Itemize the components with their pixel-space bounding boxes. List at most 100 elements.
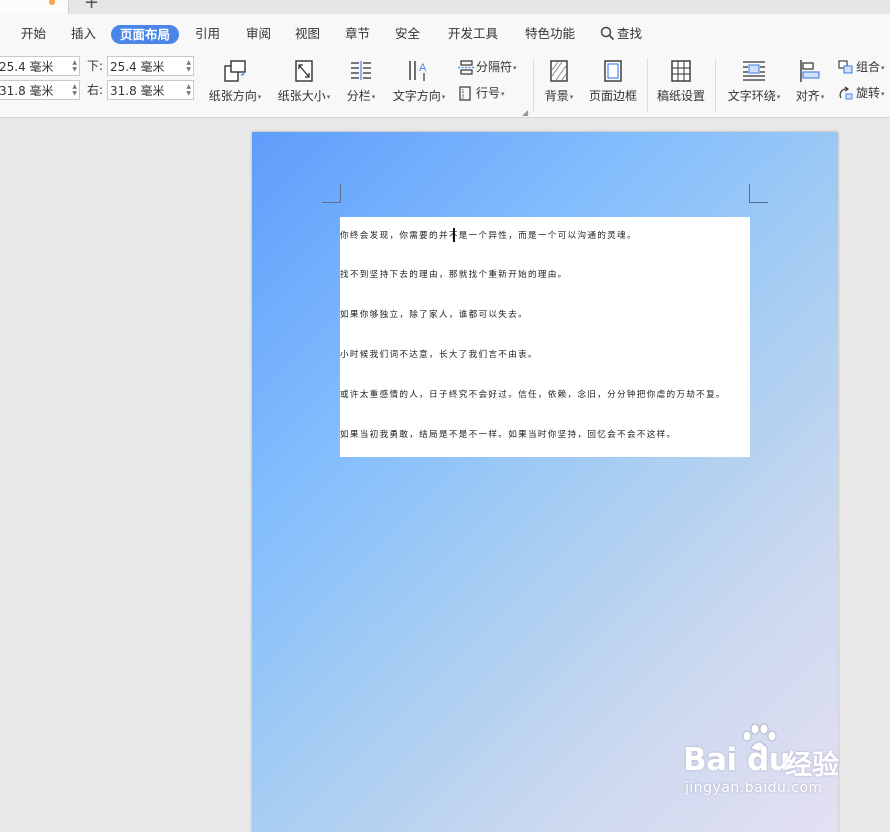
toolbar-divider xyxy=(533,58,534,112)
margin-right-value: 31.8 毫米 xyxy=(110,84,165,98)
margin-left-field[interactable]: 31.8 毫米 ▲ ▼ xyxy=(0,80,80,100)
rotate-button[interactable]: 旋转▾ xyxy=(838,85,885,102)
margin-left-value: 31.8 毫米 xyxy=(0,84,54,98)
margin-corner-marker xyxy=(749,184,768,203)
chevron-down-icon: ▾ xyxy=(501,89,505,98)
align-button[interactable]: 对齐▾ xyxy=(792,58,828,104)
new-tab-plus-icon[interactable]: + xyxy=(84,0,99,12)
page-border-icon xyxy=(604,60,622,82)
margin-bottom-value: 25.4 毫米 xyxy=(110,60,165,74)
rotate-label: 旋转 xyxy=(856,86,881,100)
line-numbers-icon: 1 2 xyxy=(459,86,471,101)
align-label: 对齐 xyxy=(795,89,820,103)
menu-tab-security[interactable]: 安全 xyxy=(395,26,420,42)
margin-right-spinner-icon[interactable]: ▲ ▼ xyxy=(186,83,191,97)
paragraph-line[interactable]: 小时候我们词不达意，长大了我们言不由衷。 xyxy=(340,349,538,361)
background-button[interactable]: 背景▾ xyxy=(540,58,578,104)
chevron-down-icon: ▾ xyxy=(820,92,825,101)
chevron-down-icon: ▾ xyxy=(513,63,517,72)
chevron-down-icon: ▾ xyxy=(776,92,781,101)
paragraph-line[interactable]: 找不到坚持下去的理由，那就找个重新开始的理由。 xyxy=(340,269,568,281)
line-numbers-label: 行号 xyxy=(476,86,501,100)
menu-tab-page-layout[interactable]: 页面布局 xyxy=(111,25,180,44)
manuscript-settings-label: 稿纸设置 xyxy=(656,89,705,103)
page-border-button[interactable]: 页面边框 xyxy=(585,58,641,103)
menu-tab-references[interactable]: 引用 xyxy=(195,26,220,42)
page-layout-toolbar: 25.4 毫米 ▲ ▼ 31.8 毫米 ▲ ▼ 下: 25.4 毫米 ▲ ▼ 右: 3… xyxy=(0,54,890,118)
menu-tab-developer-tools[interactable]: 开发工具 xyxy=(448,26,498,42)
svg-text:2: 2 xyxy=(462,95,465,101)
align-left-icon xyxy=(800,60,820,82)
breaks-label: 分隔符 xyxy=(476,60,513,74)
margin-top-value: 25.4 毫米 xyxy=(0,60,54,74)
document-tab[interactable] xyxy=(0,0,69,14)
columns-label: 分栏 xyxy=(346,89,371,103)
text-wrap-icon xyxy=(743,61,765,81)
menu-tab-review[interactable]: 审阅 xyxy=(246,26,271,42)
menu-tab-section[interactable]: 章节 xyxy=(345,26,370,42)
chevron-down-icon: ▾ xyxy=(881,89,885,98)
svg-text:A: A xyxy=(419,62,427,74)
document-tab-strip: + xyxy=(0,0,890,14)
grid-paper-icon xyxy=(671,60,691,82)
unsaved-indicator-dot xyxy=(49,0,55,5)
margin-bottom-label: 下: xyxy=(87,59,104,73)
search-icon[interactable] xyxy=(600,26,615,41)
paper-size-label: 纸张大小 xyxy=(277,89,326,103)
manuscript-settings-button[interactable]: 稿纸设置 xyxy=(653,58,709,103)
margin-bottom-spinner-icon[interactable]: ▲ ▼ xyxy=(186,59,191,73)
paragraph-line[interactable]: 如果当初我勇敢，结局是不是不一样。如果当时你坚持，回忆会不会不这样。 xyxy=(340,429,676,441)
wrap-text-label: 文字环绕 xyxy=(727,89,776,103)
paper-size-icon xyxy=(295,60,313,82)
menu-search-label[interactable]: 查找 xyxy=(617,26,642,42)
chevron-down-icon: ▾ xyxy=(441,92,446,101)
chevron-down-icon: ▾ xyxy=(371,92,376,101)
chevron-down-icon: ▾ xyxy=(326,92,331,101)
page-break-icon xyxy=(458,60,474,75)
orientation-button[interactable]: 纸张方向▾ xyxy=(205,58,265,104)
columns-icon xyxy=(351,61,371,80)
menu-tab-insert[interactable]: 插入 xyxy=(71,26,96,42)
menu-tab-home[interactable]: 开始 xyxy=(21,26,46,42)
watermark-url: jingyan.baidu.com xyxy=(685,780,823,796)
text-direction-icon: A xyxy=(409,61,427,81)
chevron-down-icon: ▾ xyxy=(881,63,885,72)
paragraph-line[interactable]: 如果你够独立，除了家人，谁都可以失去。 xyxy=(340,309,528,321)
menu-tab-view[interactable]: 视图 xyxy=(295,26,320,42)
margin-right-field[interactable]: 31.8 毫米 ▲ ▼ xyxy=(107,80,194,100)
chevron-down-icon: ▾ xyxy=(257,92,262,101)
margin-corner-marker xyxy=(322,184,341,203)
text-box[interactable]: 你终会发现，你需要的并不是一个异性，而是一个可以沟通的灵魂。 找不到坚持下去的理… xyxy=(340,217,750,457)
rotate-icon xyxy=(839,86,853,100)
ribbon-menu-bar: 开始 插入 页面布局 引用 审阅 视图 章节 安全 开发工具 特色功能 查找 xyxy=(0,14,890,54)
breaks-button[interactable]: 分隔符▾ xyxy=(458,59,517,76)
background-label: 背景 xyxy=(544,89,569,103)
page-orientation-icon xyxy=(224,60,246,82)
text-direction-button[interactable]: A 文字方向▾ xyxy=(389,58,449,104)
baidu-jingyan-watermark: Bai du 经验 jingyan.baidu.com xyxy=(683,722,883,802)
group-label: 组合 xyxy=(856,60,881,74)
margin-top-spinner-icon[interactable]: ▲ ▼ xyxy=(72,59,77,73)
margin-top-field[interactable]: 25.4 毫米 ▲ ▼ xyxy=(0,56,80,76)
orientation-label: 纸张方向 xyxy=(208,89,257,103)
margin-left-spinner-icon[interactable]: ▲ ▼ xyxy=(72,83,77,97)
paragraph-line[interactable]: 或许太重感情的人，日子终究不会好过。信任，依赖，念旧，分分钟把你虐的万劫不复。 xyxy=(340,389,726,401)
watermark-title: 经验 xyxy=(785,750,839,781)
page-background-icon xyxy=(550,60,568,82)
group-icon xyxy=(838,60,853,74)
paper-size-button[interactable]: 纸张大小▾ xyxy=(274,58,334,104)
paragraph-line[interactable]: 你终会发现，你需要的并不是一个异性，而是一个可以沟通的灵魂。 xyxy=(340,230,637,242)
margin-right-label: 右: xyxy=(87,83,104,97)
wrap-text-button[interactable]: 文字环绕▾ xyxy=(724,58,784,104)
text-cursor xyxy=(453,228,455,242)
columns-button[interactable]: 分栏▾ xyxy=(342,58,380,104)
watermark-brand: Bai du xyxy=(683,742,791,778)
menu-tab-special-features[interactable]: 特色功能 xyxy=(525,26,575,42)
margin-bottom-field[interactable]: 25.4 毫米 ▲ ▼ xyxy=(107,56,194,76)
toolbar-divider xyxy=(715,58,716,112)
dialog-launcher-icon[interactable]: ◢ xyxy=(522,108,528,117)
text-direction-label: 文字方向 xyxy=(392,89,441,103)
group-button[interactable]: 组合▾ xyxy=(838,59,885,76)
chevron-down-icon: ▾ xyxy=(569,92,574,101)
line-numbers-button[interactable]: 1 2 行号▾ xyxy=(458,85,505,102)
